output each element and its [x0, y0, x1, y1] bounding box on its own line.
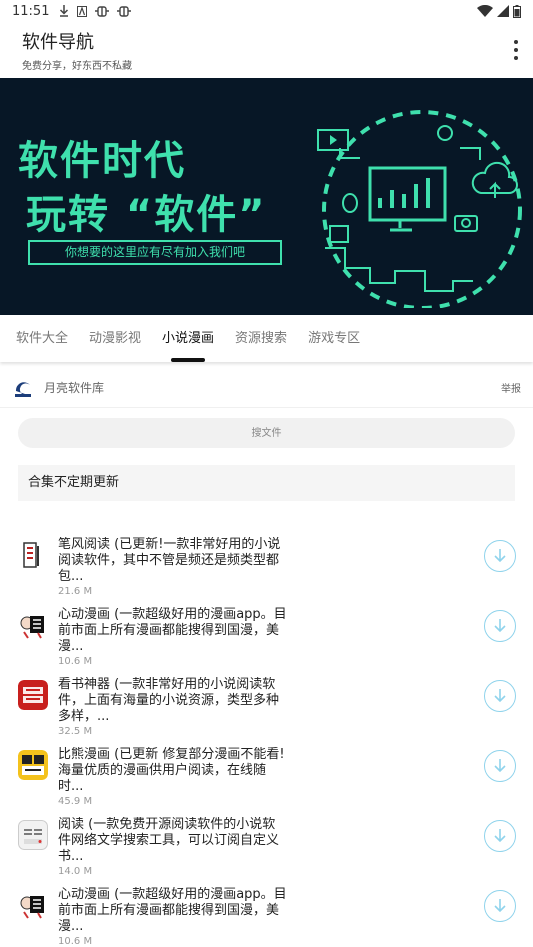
more-dot-icon	[514, 56, 518, 60]
page-subtitle: 免费分享，好东西不私藏	[22, 61, 132, 72]
status-icons-right	[477, 4, 521, 18]
list-item[interactable]: 心动漫画 (一款超级好用的漫画app。目前市面上所有漫画都能搜得到国漫，美漫..…	[0, 885, 533, 947]
kanshu-icon	[18, 680, 48, 710]
app-description: 看书神器 (一款非常好用的小说阅读软件，上面有海量的小说资源，类型多种多样，..…	[58, 677, 280, 724]
more-dot-icon	[514, 40, 518, 44]
publisher-avatar[interactable]	[12, 377, 34, 399]
bifeng-icon	[18, 540, 48, 570]
xindong-icon	[18, 610, 48, 640]
app-description: 比熊漫画 (已更新 修复部分漫画不能看!海量优质的漫画供用户阅读，在线随时...	[58, 747, 285, 794]
list-item[interactable]: 笔风阅读 (已更新!一款非常好用的小说阅读软件，其中不管是频还是频类型都包...…	[0, 535, 533, 605]
tab-games[interactable]: 游戏专区	[308, 315, 360, 362]
list-item[interactable]: 阅读 (一款免费开源阅读软件的小说软件网络文学搜索工具，可以订阅自定义书... …	[0, 815, 533, 885]
app-description: 笔风阅读 (已更新!一款非常好用的小说阅读软件，其中不管是频还是频类型都包...	[58, 537, 281, 584]
download-button[interactable]	[484, 750, 516, 782]
app-size: 10.6 M	[58, 936, 93, 947]
download-icon	[60, 5, 69, 17]
publisher-row: 月亮软件库 举报	[0, 368, 533, 408]
download-arrow-icon	[494, 829, 506, 843]
category-tabs: 软件大全 动漫影视 小说漫画 资源搜索 游戏专区	[0, 315, 533, 362]
list-item[interactable]: 看书神器 (一款非常好用的小说阅读软件，上面有海量的小说资源，类型多种多样，..…	[0, 675, 533, 745]
download-button[interactable]	[484, 540, 516, 572]
app-description: 心动漫画 (一款超级好用的漫画app。目前市面上所有漫画都能搜得到国漫，美漫..…	[58, 887, 287, 934]
app-size: 32.5 M	[58, 726, 93, 737]
more-options-button[interactable]	[511, 38, 521, 62]
download-button[interactable]	[484, 680, 516, 712]
signal-icon	[497, 5, 509, 17]
bug-icon	[117, 6, 132, 17]
tab-resource-search[interactable]: 资源搜索	[235, 315, 287, 362]
tab-novel-comic[interactable]: 小说漫画	[162, 315, 214, 362]
banner-headline-2: 玩转 “软件”	[26, 192, 267, 238]
search-input[interactable]	[18, 418, 515, 448]
more-dot-icon	[514, 48, 518, 52]
tab-anime-video[interactable]: 动漫影视	[89, 315, 141, 362]
app-size: 45.9 M	[58, 796, 93, 807]
app-bar: 软件导航 免费分享，好东西不私藏	[0, 22, 533, 78]
a-icon	[77, 5, 88, 17]
report-link[interactable]: 举报	[501, 380, 521, 395]
list-item[interactable]: 心动漫画 (一款超级好用的漫画app。目前市面上所有漫画都能搜得到国漫，美漫..…	[0, 605, 533, 675]
bug-icon	[95, 6, 110, 17]
download-arrow-icon	[494, 689, 506, 703]
download-arrow-icon	[494, 759, 506, 773]
app-list: 笔风阅读 (已更新!一款非常好用的小说阅读软件，其中不管是频还是频类型都包...…	[0, 535, 533, 947]
collection-note: 合集不定期更新	[18, 465, 515, 501]
page-title: 软件导航	[22, 32, 94, 53]
promo-banner[interactable]: 软件时代 玩转 “软件” 你想要的这里应有尽有加入我们吧	[0, 78, 533, 315]
status-time: 11:51	[12, 3, 50, 19]
app-size: 10.6 M	[58, 656, 93, 667]
bixiong-icon	[18, 750, 48, 780]
app-description: 心动漫画 (一款超级好用的漫画app。目前市面上所有漫画都能搜得到国漫，美漫..…	[58, 607, 287, 654]
download-button[interactable]	[484, 610, 516, 642]
yuedu-icon	[18, 820, 48, 850]
wifi-icon	[477, 5, 493, 17]
status-icons-left	[59, 5, 132, 17]
publisher-name[interactable]: 月亮软件库	[44, 379, 104, 396]
battery-icon	[513, 4, 521, 18]
download-button[interactable]	[484, 890, 516, 922]
xindong-icon	[18, 890, 48, 920]
list-item[interactable]: 比熊漫画 (已更新 修复部分漫画不能看!海量优质的漫画供用户阅读，在线随时...…	[0, 745, 533, 815]
app-size: 21.6 M	[58, 586, 93, 597]
app-description: 阅读 (一款免费开源阅读软件的小说软件网络文学搜索工具，可以订阅自定义书...	[58, 817, 280, 864]
banner-tagline: 你想要的这里应有尽有加入我们吧	[28, 240, 282, 265]
tab-software[interactable]: 软件大全	[16, 315, 68, 362]
download-arrow-icon	[494, 549, 506, 563]
download-arrow-icon	[494, 899, 506, 913]
download-button[interactable]	[484, 820, 516, 852]
banner-headline-1: 软件时代	[18, 138, 186, 184]
app-size: 14.0 M	[58, 866, 93, 877]
status-bar: 11:51	[0, 0, 533, 22]
banner-illustration	[317, 110, 522, 308]
download-arrow-icon	[494, 619, 506, 633]
